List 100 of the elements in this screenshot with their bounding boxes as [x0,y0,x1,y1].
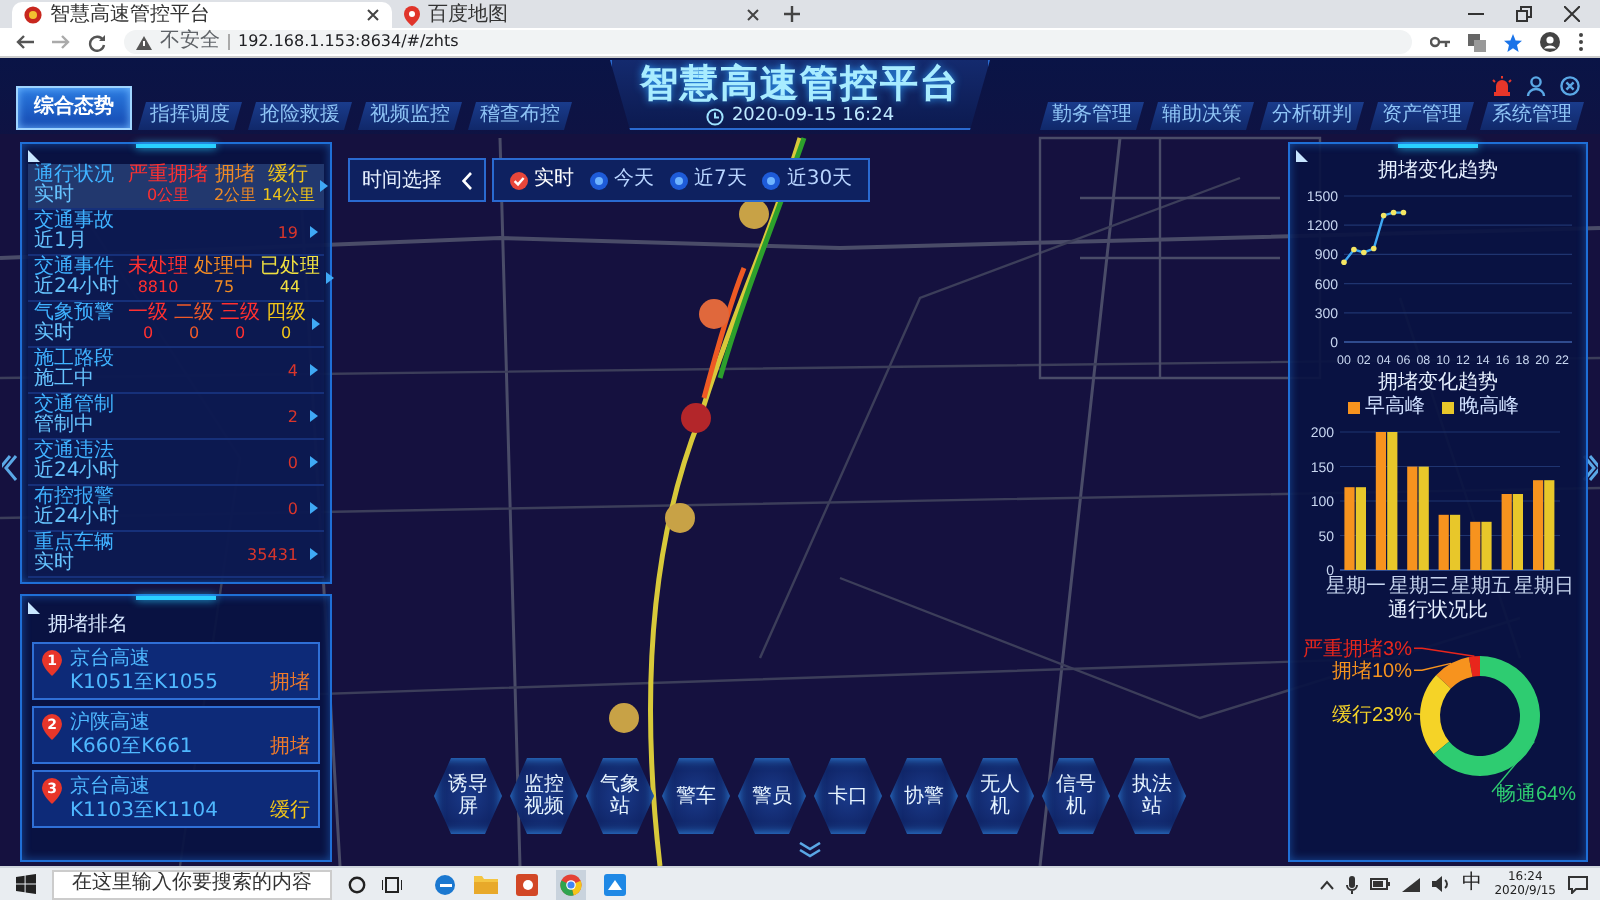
speaker-icon[interactable] [1432,876,1451,892]
round-browser-icon[interactable] [556,869,586,899]
profile-icon[interactable] [1540,32,1560,52]
nav-tab[interactable]: 综合态势 [16,86,132,130]
double-chevron-down-icon[interactable] [798,842,822,858]
security-label[interactable]: 不安全 [160,30,220,54]
address-field[interactable]: 不安全 192.168.1.153:8634/#/zhts [124,30,1412,54]
key-icon[interactable] [1430,36,1450,48]
nav-tab[interactable]: 指挥调度 [138,102,242,130]
data-label: 缓行23% [1331,704,1412,727]
circle-icon[interactable] [348,875,366,893]
triangle-right-icon[interactable] [310,502,318,514]
notification-icon[interactable] [1568,875,1588,893]
data-label: 严重拥堵3% [1303,639,1412,662]
presentation-icon[interactable] [516,873,538,895]
nav-tab[interactable]: 系统管理 [1480,102,1584,130]
status-row[interactable]: 交通违法 近24小时 0 [28,440,324,486]
congestion-marker[interactable] [609,703,639,733]
congestion-marker[interactable] [665,503,695,533]
translate-icon[interactable] [1468,33,1486,51]
double-chevron-right-icon[interactable] [1582,454,1598,482]
menu-icon[interactable] [1578,32,1584,52]
plus-icon[interactable] [784,6,800,22]
star-icon[interactable] [1504,33,1522,51]
time-option[interactable]: 近30天 [762,168,853,192]
datetime-text: 2020-09-15 16:24 [731,106,895,126]
windows-icon[interactable] [16,874,36,894]
close-icon[interactable] [746,8,760,22]
double-chevron-left-icon[interactable] [2,454,18,482]
data-point [1351,246,1357,253]
browser-tab[interactable]: 百度地图 [392,2,772,28]
road-name: 沪陕高速 [70,712,152,734]
stat-label: 四级 [266,304,306,324]
triangle-right-icon[interactable] [310,364,318,376]
triangle-right-icon[interactable] [310,226,318,238]
segment-text: K1103至K1104 [70,800,219,822]
status-row[interactable]: 气象预警 实时 一级 0 二级 0 三级 0 四级 0 [28,302,324,348]
stat-value: 0 [142,324,154,344]
row-value: 35431 [245,545,300,563]
close-icon[interactable] [1560,76,1580,96]
axis-label: 星期一 [1325,576,1386,596]
ime-indicator[interactable]: 中 [1462,872,1483,896]
alarm-icon[interactable] [1492,76,1512,96]
back-icon[interactable] [16,34,34,50]
stat-label: 已处理 [260,258,320,278]
triangle-right-icon[interactable] [320,180,329,192]
row-title: 交通管制 [34,396,116,416]
browser-icon[interactable] [434,873,456,895]
time-option[interactable]: 近7天 [670,168,747,192]
time-option[interactable]: 实时 [510,168,574,192]
status-row[interactable]: 交通管制 管制中 2 [28,394,324,440]
triangle-right-icon[interactable] [312,318,320,330]
close-icon[interactable] [1564,6,1580,22]
congestion-marker[interactable] [681,403,711,433]
battery-icon[interactable] [1370,878,1391,890]
nav-tab[interactable]: 勤务管理 [1040,102,1144,130]
triangle-right-icon[interactable] [310,410,318,422]
nav-tab[interactable]: 视频监控 [358,102,462,130]
row-title: 交通违法 [34,442,114,462]
time-option[interactable]: 今天 [590,168,654,192]
task-view-icon[interactable] [382,875,402,893]
congestion-marker[interactable] [739,199,769,229]
chevron-left-icon[interactable] [462,171,472,189]
triangle-right-icon[interactable] [310,456,318,468]
stat-label: 二级 [174,304,214,324]
stat-value: 2公里 [214,186,257,206]
chart-title: 拥堵变化趋势 [1378,372,1498,395]
segment-text: K1051至K1055 [70,672,219,694]
chevron-up-icon[interactable] [1320,879,1335,889]
restore-icon[interactable] [1516,6,1532,22]
label-text: 时间选择 [362,167,442,194]
app-icon[interactable] [604,873,626,895]
nav-tab[interactable]: 稽查布控 [468,102,572,130]
triangle-right-icon[interactable] [326,272,334,284]
leader-line [1413,662,1452,671]
road-name: 京台高速 [70,648,152,670]
triangle-right-icon[interactable] [310,548,318,560]
warning-icon [136,35,152,49]
nav-tab[interactable]: 资产管理 [1370,102,1474,130]
status-text: 缓行 [270,800,310,822]
check-circle-icon [510,171,528,189]
nav-tab[interactable]: 辅助决策 [1150,102,1254,130]
close-icon[interactable] [366,8,380,22]
status-row[interactable]: 通行状况 实时 严重拥堵 0公里 拥堵 2公里 缓行 14公里 [28,164,324,210]
browser-tab[interactable]: 智慧高速管控平台 [12,2,392,28]
status-row[interactable]: 重点车辆 实时 35431 [28,532,324,578]
stat-label: 一级 [128,304,168,324]
nav-tab[interactable]: 分析研判 [1260,102,1364,130]
stat-label: 处理中 [194,258,254,278]
row-value: 2 [285,407,300,425]
congestion-marker[interactable] [699,299,729,329]
nav-tab[interactable]: 抢险救援 [248,102,352,130]
reload-icon[interactable] [88,33,106,51]
microphone-icon[interactable] [1346,875,1359,893]
status-row[interactable]: 交通事故 近1月 19 [28,210,324,256]
status-row[interactable]: 施工路段 施工中 4 [28,348,324,394]
stat-value: 8810 [137,278,179,298]
status-row[interactable]: 布控报警 近24小时 0 [28,486,324,532]
app-title: 智慧高速管控平台 [640,64,960,106]
user-icon[interactable] [1526,76,1546,96]
